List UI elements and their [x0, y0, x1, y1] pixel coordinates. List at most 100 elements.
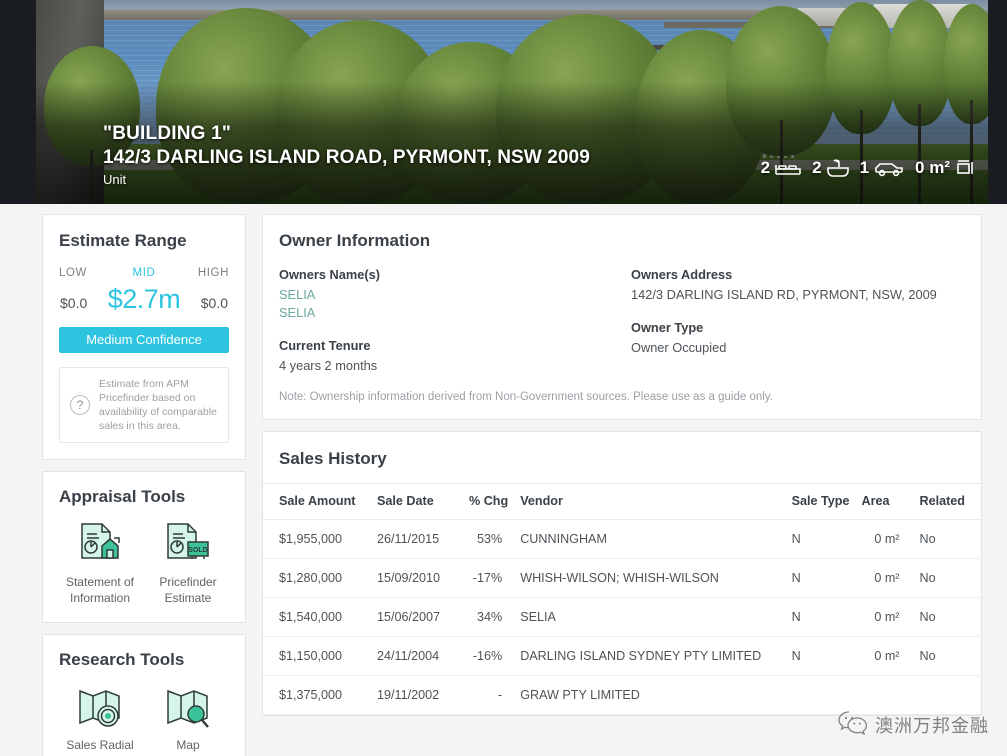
cell-area: 0 m²: [855, 558, 906, 598]
col-vendor[interactable]: Vendor: [514, 483, 786, 520]
property-features: 2 2 1 0 m²: [761, 158, 975, 178]
land-area-icon: [955, 159, 975, 178]
owner-name-2[interactable]: SELIA: [279, 304, 607, 322]
col-pct-chg[interactable]: % Chg: [463, 483, 515, 520]
tool-label: Statement of Information: [65, 575, 135, 605]
pricefinder-estimate-icon: SOLD: [147, 519, 229, 569]
cell-sale-type: [785, 675, 856, 715]
table-row[interactable]: $1,540,000 15/06/2007 34% SELIA N 0 m² N…: [263, 597, 981, 637]
owner-name-1[interactable]: SELIA: [279, 286, 607, 304]
building-name: "BUILDING 1": [103, 123, 232, 144]
cell-sale-type: N: [785, 597, 856, 637]
property-type: Unit: [103, 172, 127, 187]
table-header-row: Sale Amount Sale Date % Chg Vendor Sale …: [263, 483, 981, 520]
appraisal-tools-card: Appraisal Tools Statement of Information…: [42, 471, 246, 623]
estimate-high-value: $0.0: [200, 295, 228, 311]
help-icon[interactable]: ?: [70, 395, 90, 415]
sidebar: Estimate Range LOW MID HIGH $0.0 $2.7m $…: [0, 204, 258, 756]
tool-map[interactable]: Map: [147, 682, 229, 753]
property-hero-banner: "BUILDING 1" 142/3 DARLING ISLAND ROAD, …: [0, 0, 1007, 204]
estimate-mid-label: MID: [132, 267, 156, 279]
estimate-high-label: HIGH: [197, 267, 229, 279]
bathrooms-count: 2: [812, 158, 822, 177]
tool-pricefinder-estimate[interactable]: SOLD Pricefinder Estimate: [147, 519, 229, 606]
main-column: Owner Information Owners Name(s) SELIA S…: [258, 204, 1007, 756]
owner-information-card: Owner Information Owners Name(s) SELIA S…: [262, 214, 982, 420]
owner-information-title: Owner Information: [279, 231, 431, 250]
sales-history-body: $1,955,000 26/11/2015 53% CUNNINGHAM N 0…: [263, 519, 981, 715]
feature-carspaces: 1: [860, 158, 904, 178]
owner-type-block: Owner Type Owner Occupied: [631, 320, 959, 357]
owners-address-label: Owners Address: [631, 267, 733, 282]
cell-pct-chg: -17%: [463, 558, 515, 598]
cell-sale-amount[interactable]: $1,280,000: [263, 558, 371, 598]
cell-sale-date: 19/11/2002: [371, 675, 463, 715]
cell-sale-amount[interactable]: $1,955,000: [263, 519, 371, 559]
col-sale-type[interactable]: Sale Type: [785, 483, 856, 520]
estimate-low-label: LOW: [59, 267, 87, 279]
cell-sale-amount[interactable]: $1,375,000: [263, 675, 371, 715]
cell-related: No: [905, 558, 981, 598]
cell-sale-date: 24/11/2004: [371, 636, 463, 676]
confidence-badge[interactable]: Medium Confidence: [59, 327, 229, 353]
owners-name-label: Owners Name(s): [279, 267, 380, 282]
col-sale-amount[interactable]: Sale Amount: [263, 483, 371, 520]
bath-icon: [826, 158, 849, 178]
table-row[interactable]: $1,150,000 24/11/2004 -16% DARLING ISLAN…: [263, 636, 981, 676]
estimate-range-title: Estimate Range: [59, 231, 187, 250]
estimate-note: ? Estimate from APM Pricefinder based on…: [59, 367, 229, 443]
table-row[interactable]: $1,955,000 26/11/2015 53% CUNNINGHAM N 0…: [263, 519, 981, 559]
cell-sale-type: N: [785, 558, 856, 598]
tool-label: Pricefinder Estimate: [159, 575, 217, 605]
hero-text-block: "BUILDING 1" 142/3 DARLING ISLAND ROAD, …: [103, 122, 590, 189]
sales-radial-icon: [59, 682, 141, 732]
owner-type-label: Owner Type: [631, 320, 704, 335]
owner-address-block: Owners Address 142/3 DARLING ISLAND RD, …: [607, 267, 959, 375]
tool-statement-of-information[interactable]: Statement of Information: [59, 519, 141, 606]
cell-sale-amount[interactable]: $1,150,000: [263, 636, 371, 676]
property-detail-page: "BUILDING 1" 142/3 DARLING ISLAND ROAD, …: [0, 0, 1007, 756]
table-row[interactable]: $1,375,000 19/11/2002 - GRAW PTY LIMITED: [263, 675, 981, 715]
cell-sale-type: N: [785, 519, 856, 559]
owners-address-value: 142/3 DARLING ISLAND RD, PYRMONT, NSW, 2…: [631, 287, 937, 302]
owner-names-block: Owners Name(s) SELIA SELIA Current Tenur…: [279, 267, 607, 375]
cell-pct-chg: -16%: [463, 636, 515, 676]
land-area-value: 0 m²: [915, 158, 950, 177]
estimate-range-values: $0.0 $2.7m $0.0: [59, 284, 229, 315]
cell-vendor: DARLING ISLAND SYDNEY PTY LIMITED: [514, 636, 786, 676]
feature-bathrooms: 2: [812, 158, 849, 178]
cell-related: No: [905, 519, 981, 559]
col-area[interactable]: Area: [855, 483, 906, 520]
cell-area: 0 m²: [855, 597, 906, 637]
col-sale-date[interactable]: Sale Date: [371, 483, 463, 520]
research-tools-title: Research Tools: [59, 650, 185, 669]
estimate-range-card: Estimate Range LOW MID HIGH $0.0 $2.7m $…: [42, 214, 246, 460]
cell-vendor: CUNNINGHAM: [514, 519, 786, 559]
appraisal-tools-title: Appraisal Tools: [59, 487, 186, 506]
table-row[interactable]: $1,280,000 15/09/2010 -17% WHISH-WILSON;…: [263, 558, 981, 598]
cell-sale-type: N: [785, 636, 856, 676]
cell-area: 0 m²: [855, 519, 906, 559]
cell-area: [855, 675, 906, 715]
cell-sale-amount[interactable]: $1,540,000: [263, 597, 371, 637]
page-content: Estimate Range LOW MID HIGH $0.0 $2.7m $…: [0, 204, 1007, 756]
cell-sale-date: 15/09/2010: [371, 558, 463, 598]
map-icon: [147, 682, 229, 732]
owner-information-grid: Owners Name(s) SELIA SELIA Current Tenur…: [279, 267, 959, 375]
cell-related: [905, 675, 981, 715]
tool-label: Map: [176, 738, 200, 752]
owner-type-value: Owner Occupied: [631, 340, 727, 355]
cell-pct-chg: 34%: [463, 597, 515, 637]
svg-text:SOLD: SOLD: [188, 547, 207, 554]
cell-vendor: WHISH-WILSON; WHISH-WILSON: [514, 558, 786, 598]
feature-bedrooms: 2: [761, 158, 801, 178]
carspaces-count: 1: [859, 158, 870, 177]
current-tenure-value: 4 years 2 months: [279, 358, 378, 373]
cell-sale-date: 26/11/2015: [371, 519, 463, 559]
research-tools-grid: Sales Radial Map: [59, 682, 229, 753]
tool-sales-radial[interactable]: Sales Radial: [59, 682, 141, 753]
cell-pct-chg: -: [463, 675, 515, 715]
cell-vendor: SELIA: [514, 597, 786, 637]
feature-land-area: 0 m²: [915, 158, 975, 178]
col-related[interactable]: Related: [905, 483, 981, 520]
